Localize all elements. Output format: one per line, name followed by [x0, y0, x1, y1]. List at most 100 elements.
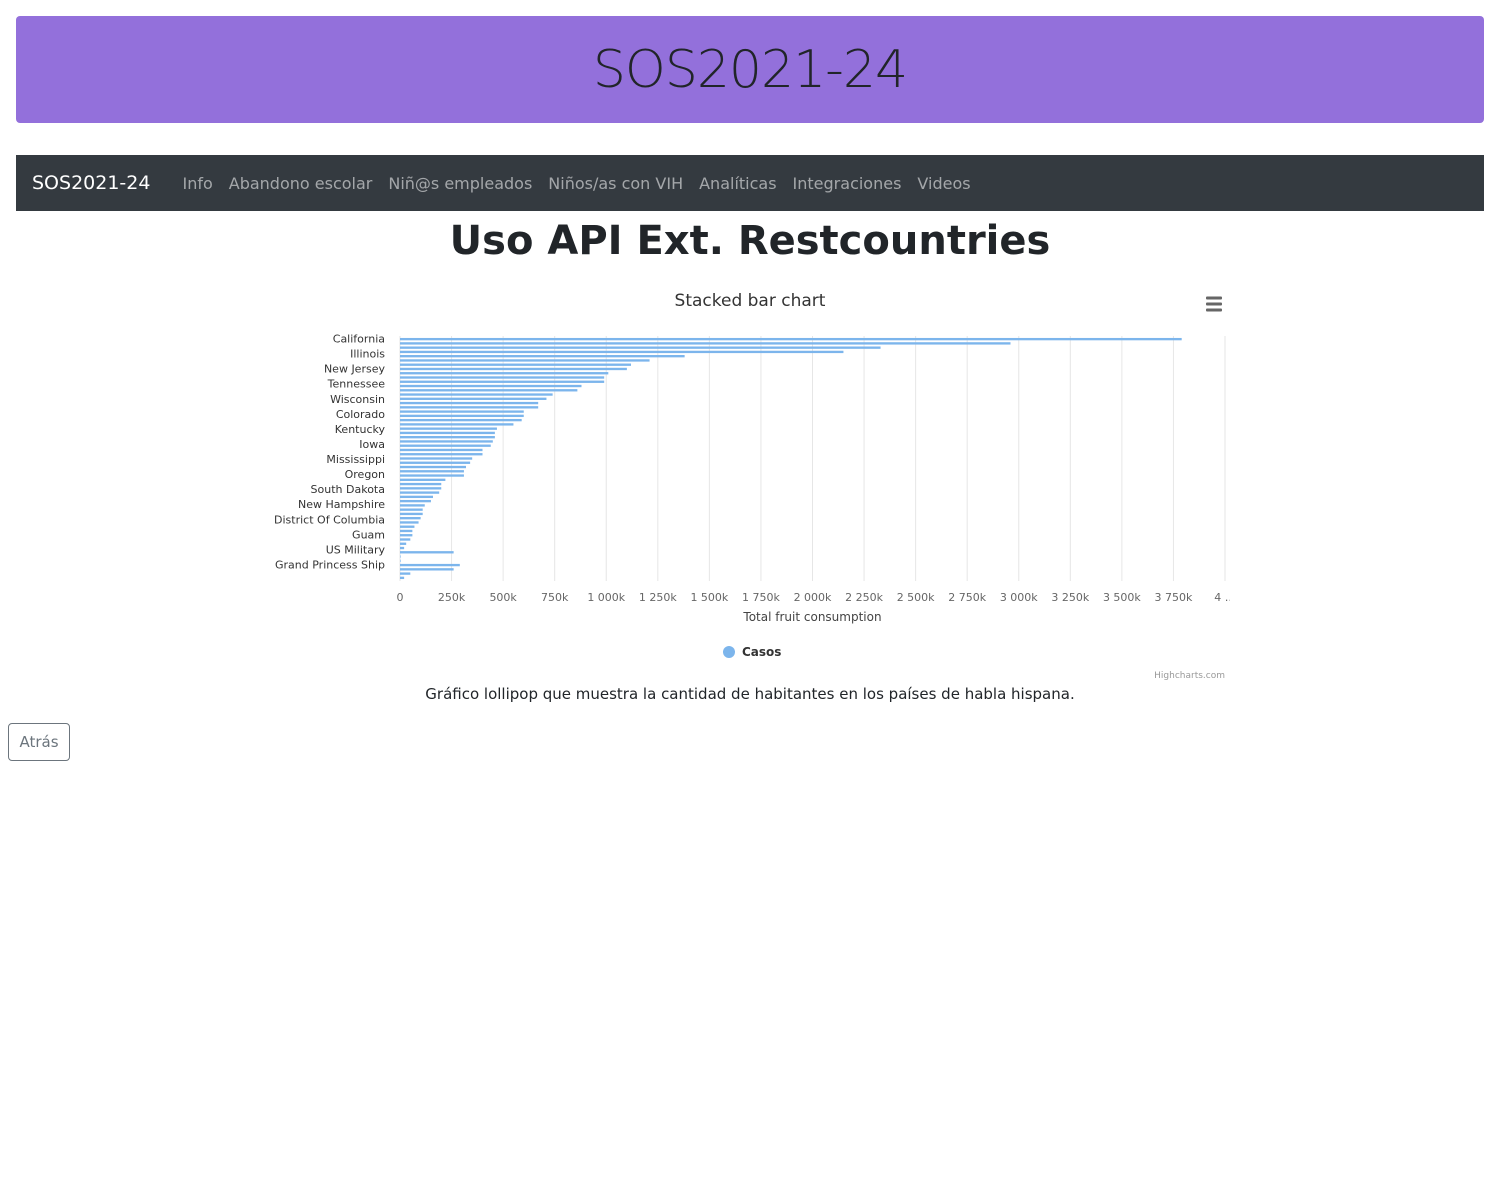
bar	[400, 525, 415, 528]
bar	[400, 448, 483, 452]
bar	[400, 499, 431, 503]
bar	[400, 551, 454, 554]
bar	[400, 470, 464, 473]
bar	[400, 495, 433, 499]
x-tick-label: 1 000k	[587, 591, 625, 604]
y-category-label: New Hampshire	[298, 498, 385, 511]
bar	[400, 474, 464, 477]
page-title: Uso API Ext. Restcountries	[449, 218, 1051, 264]
y-category-label: Grand Princess Ship	[275, 558, 385, 571]
bar	[400, 465, 466, 469]
x-tick-label: 2 750k	[948, 591, 986, 604]
bar	[400, 542, 407, 545]
x-tick-label: 750k	[541, 591, 569, 604]
bar	[400, 559, 401, 562]
bar	[400, 576, 405, 580]
legend-marker	[723, 646, 735, 658]
bar	[400, 393, 553, 396]
chart-title: Stacked bar chart	[675, 291, 826, 311]
bar	[400, 397, 547, 400]
y-category-label: Illinois	[350, 348, 385, 361]
legend-item-casos[interactable]: Casos	[723, 645, 781, 659]
bar	[400, 423, 514, 426]
bar	[400, 436, 495, 439]
y-category-label: District Of Columbia	[274, 513, 385, 526]
y-category-label: Oregon	[345, 468, 385, 481]
bar	[400, 418, 522, 422]
menu-icon-line	[1206, 308, 1222, 312]
bar	[400, 376, 605, 379]
bar	[400, 512, 423, 516]
y-category-label: New Jersey	[324, 363, 386, 376]
bar	[400, 457, 473, 460]
y-category-label: Colorado	[336, 408, 385, 421]
menu-icon-line	[1206, 302, 1222, 306]
bar	[400, 568, 454, 571]
nav-item-analiticas[interactable]: Analíticas	[691, 174, 784, 193]
bar	[400, 401, 539, 405]
bar	[400, 555, 401, 558]
bar	[400, 389, 578, 392]
bar	[400, 414, 524, 418]
x-tick-label: 1 250k	[639, 591, 677, 604]
bar	[400, 478, 446, 481]
bar	[400, 534, 413, 537]
bar	[400, 427, 497, 430]
bar	[400, 461, 471, 464]
chart-caption: Gráfico lollipop que muestra la cantidad…	[425, 685, 1075, 703]
chart-credits[interactable]: Highcharts.com	[1154, 671, 1225, 681]
bar	[400, 406, 539, 409]
nav-item-integraciones[interactable]: Integraciones	[785, 174, 910, 193]
nav-item-ninos-vih[interactable]: Niños/as con VIH	[540, 174, 691, 193]
main-navbar: SOS2021-24 Info Abandono escolar Niñ@s e…	[16, 155, 1484, 211]
y-category-label: US Military	[326, 543, 386, 556]
bar	[400, 359, 650, 362]
bar	[400, 444, 491, 447]
bar	[400, 453, 483, 456]
bar	[400, 487, 442, 490]
back-button[interactable]: Atrás	[8, 723, 70, 761]
x-tick-label: 0	[397, 591, 404, 604]
bar	[400, 521, 419, 524]
nav-item-abandono-escolar[interactable]: Abandono escolar	[221, 174, 381, 193]
x-axis-title: Total fruit consumption	[742, 610, 881, 624]
bar	[400, 517, 421, 520]
x-tick-label: 3 000k	[1000, 591, 1038, 604]
x-tick-label: 500k	[489, 591, 517, 604]
bar	[400, 431, 495, 435]
bar	[400, 482, 442, 486]
bar	[400, 410, 524, 413]
y-category-label: Iowa	[359, 438, 385, 451]
y-category-label: Guam	[352, 528, 385, 541]
hamburger-menu-icon[interactable]	[1206, 296, 1222, 312]
x-tick-label: 4 …	[1214, 591, 1230, 604]
y-category-label: Kentucky	[335, 423, 386, 436]
menu-icon-line	[1206, 296, 1222, 300]
header-banner: SOS2021-24	[16, 16, 1484, 123]
bar	[400, 572, 411, 575]
x-tick-label: 250k	[438, 591, 466, 604]
bar	[400, 491, 440, 494]
legend-label: Casos	[742, 645, 781, 659]
bar	[400, 350, 844, 354]
navbar-brand[interactable]: SOS2021-24	[32, 172, 150, 194]
bar	[400, 546, 405, 550]
bar	[400, 367, 627, 371]
bar-chart: Stacked bar chart 0 250k 500k 750k 1 000k 1 25…	[274, 291, 1230, 681]
bar	[400, 440, 493, 443]
bar	[400, 538, 411, 541]
x-tick-label: 2 250k	[845, 591, 883, 604]
site-title: SOS2021-24	[592, 39, 908, 100]
bar	[400, 355, 685, 358]
x-tick-label: 1 500k	[690, 591, 728, 604]
x-tick-label: 3 500k	[1103, 591, 1141, 604]
y-category-label: Tennessee	[327, 378, 386, 391]
nav-item-ninos-empleados[interactable]: Niñ@s empleados	[380, 174, 540, 193]
y-category-label: California	[333, 333, 385, 346]
bar	[400, 337, 1182, 341]
bar	[400, 508, 423, 511]
x-tick-label: 3 250k	[1051, 591, 1089, 604]
x-tick-label: 1 750k	[742, 591, 780, 604]
nav-item-info[interactable]: Info	[174, 174, 220, 193]
nav-item-videos[interactable]: Videos	[909, 174, 978, 193]
